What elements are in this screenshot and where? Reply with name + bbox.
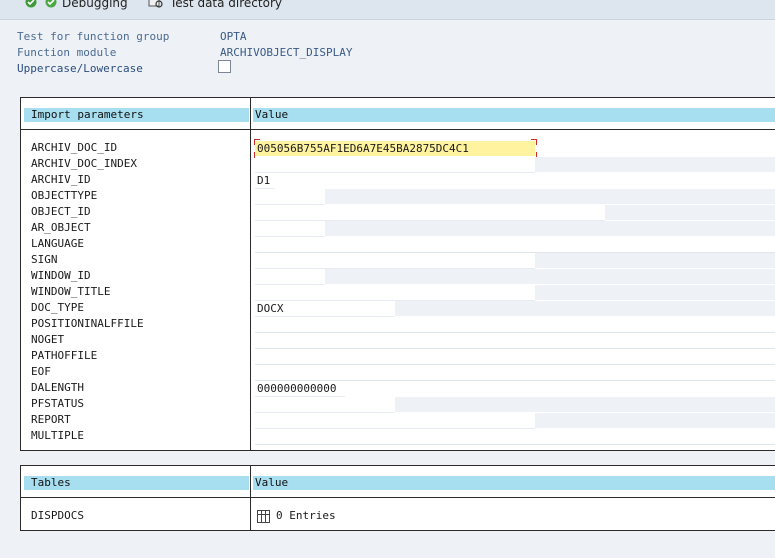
param-value-field[interactable] bbox=[255, 237, 775, 253]
param-value-field[interactable] bbox=[255, 333, 775, 349]
row-background bbox=[255, 269, 775, 284]
param-name: ARCHIV_ID bbox=[31, 173, 91, 186]
function-group-value: OPTA bbox=[220, 30, 247, 43]
focus-corner bbox=[531, 139, 537, 145]
debugging-label: Debugging bbox=[62, 0, 128, 10]
param-name: WINDOW_TITLE bbox=[31, 285, 111, 298]
table-name: DISPDOCS bbox=[31, 509, 84, 522]
param-name: ARCHIV_DOC_ID bbox=[31, 141, 118, 154]
param-name: WINDOW_ID bbox=[31, 269, 91, 282]
param-name: OBJECTTYPE bbox=[31, 189, 98, 202]
header-divider bbox=[21, 129, 775, 130]
directory-icon bbox=[148, 0, 164, 11]
test-data-directory-label: Test data directory bbox=[170, 0, 282, 10]
import-parameters-header: Import parameters bbox=[24, 108, 249, 122]
application-toolbar: Debugging Test data directory bbox=[0, 0, 775, 20]
param-name: OBJECT_ID bbox=[31, 205, 91, 218]
param-value-field[interactable]: 000000000000 bbox=[255, 381, 345, 397]
param-name: DALENGTH bbox=[31, 381, 84, 394]
param-name: PFSTATUS bbox=[31, 397, 84, 410]
param-value-text: 000000000000 bbox=[257, 382, 337, 395]
param-value-field[interactable] bbox=[255, 397, 395, 413]
tables-header: Tables bbox=[24, 476, 249, 490]
row-background bbox=[255, 189, 775, 204]
bug-check-icon bbox=[44, 0, 58, 11]
param-value-field[interactable] bbox=[255, 269, 325, 285]
param-name: MULTIPLE bbox=[31, 429, 84, 442]
value-header: Value bbox=[253, 108, 775, 122]
param-value-field[interactable] bbox=[255, 365, 775, 381]
param-name: DOC_TYPE bbox=[31, 301, 84, 314]
param-value-text: D1 bbox=[257, 174, 271, 187]
param-value-field[interactable]: D1 bbox=[255, 173, 275, 189]
param-value-field[interactable] bbox=[255, 221, 325, 237]
header-divider bbox=[21, 497, 775, 498]
tables-panel: Tables Value DISPDOCS 0 Entries bbox=[20, 465, 775, 531]
param-value-field[interactable] bbox=[255, 157, 535, 173]
param-value-text: 005056B755AF1ED6A7E45BA2875DC4C1 bbox=[257, 142, 469, 155]
param-value-field[interactable]: 005056B755AF1ED6A7E45BA2875DC4C1 bbox=[254, 139, 537, 158]
param-value-field[interactable] bbox=[255, 189, 325, 205]
param-name: SIGN bbox=[31, 253, 58, 266]
uppercase-lowercase-checkbox[interactable] bbox=[218, 60, 231, 73]
param-value-field[interactable]: DOCX bbox=[255, 301, 395, 317]
param-value-field[interactable] bbox=[255, 253, 535, 269]
param-name: PATHOFFILE bbox=[31, 349, 98, 362]
check-icon bbox=[24, 0, 38, 11]
debugging-button[interactable]: Debugging bbox=[24, 0, 128, 12]
param-name: AR_OBJECT bbox=[31, 221, 91, 234]
param-name: REPORT bbox=[31, 413, 71, 426]
focus-corner bbox=[254, 139, 260, 145]
column-divider bbox=[250, 98, 251, 450]
param-value-field[interactable] bbox=[255, 205, 605, 221]
function-group-label: Test for function group bbox=[17, 30, 170, 43]
import-parameters-panel: Import parameters Value ARCHIV_DOC_ID 00… bbox=[20, 97, 775, 451]
param-value-field[interactable] bbox=[255, 285, 535, 301]
param-value-field[interactable] bbox=[255, 349, 775, 365]
param-name: LANGUAGE bbox=[31, 237, 84, 250]
column-divider bbox=[250, 466, 251, 530]
param-name: EOF bbox=[31, 365, 51, 378]
table-entries-icon[interactable] bbox=[257, 510, 270, 523]
uppercase-lowercase-label: Uppercase/Lowercase bbox=[17, 62, 143, 75]
param-value-text: DOCX bbox=[257, 302, 284, 315]
function-module-label: Function module bbox=[17, 46, 117, 59]
function-module-value: ARCHIVOBJECT_DISPLAY bbox=[220, 46, 353, 59]
row-background bbox=[255, 221, 775, 236]
param-value-field[interactable] bbox=[255, 413, 535, 429]
param-name: POSITIONINALFFILE bbox=[31, 317, 144, 330]
param-name: ARCHIV_DOC_INDEX bbox=[31, 157, 137, 170]
param-value-field[interactable] bbox=[255, 429, 775, 445]
param-name: NOGET bbox=[31, 333, 65, 346]
table-entries-count[interactable]: 0 Entries bbox=[276, 508, 336, 524]
tables-value-header: Value bbox=[253, 476, 775, 490]
test-data-directory-button[interactable]: Test data directory bbox=[148, 0, 282, 12]
param-value-field[interactable] bbox=[255, 317, 775, 333]
